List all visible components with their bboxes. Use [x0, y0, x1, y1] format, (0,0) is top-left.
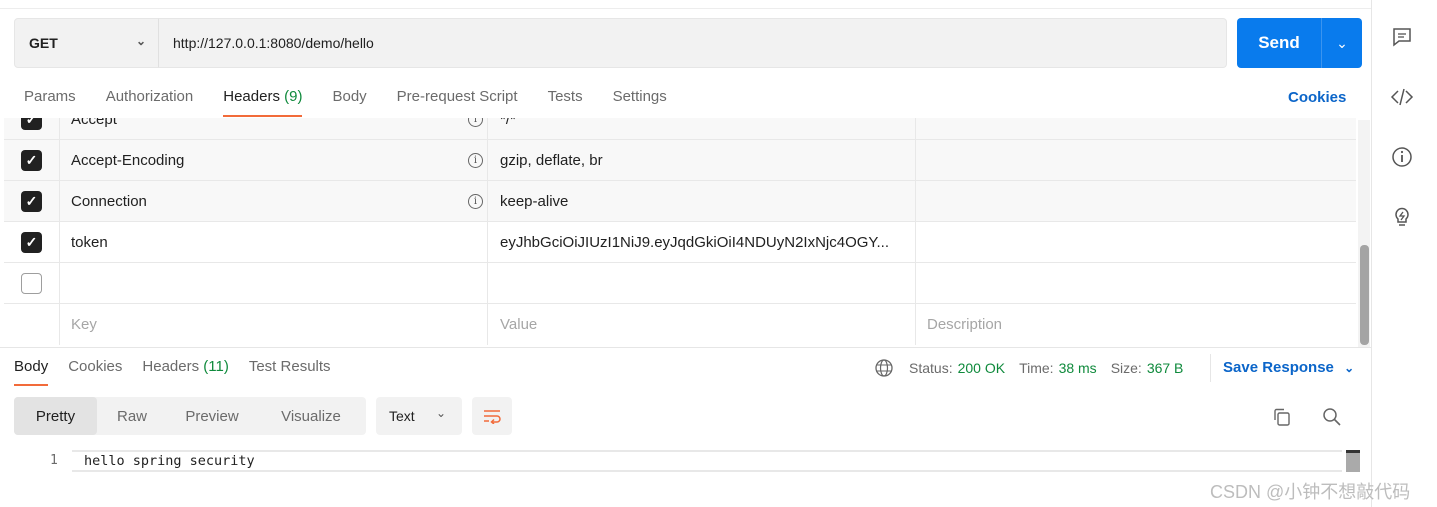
info-icon[interactable]: i [468, 153, 483, 168]
wrap-icon [484, 410, 501, 424]
tab-count: (11) [203, 358, 229, 375]
status-value: 200 OK [957, 360, 1006, 376]
info-icon[interactable] [1390, 145, 1414, 169]
time-value: 38 ms [1058, 360, 1097, 376]
size-value: 367 B [1146, 360, 1184, 376]
tab-authorization[interactable]: Authorization [106, 88, 194, 118]
checkbox[interactable] [21, 272, 42, 294]
info-icon[interactable]: i [468, 118, 483, 127]
cookies-link[interactable]: Cookies [1288, 89, 1346, 106]
tab-headers[interactable]: Headers (9) [223, 88, 303, 118]
checkbox[interactable]: ✓ [21, 118, 42, 130]
send-label: Send [1237, 18, 1322, 68]
search-icon[interactable] [1322, 407, 1342, 427]
size-label: Size: [1110, 360, 1142, 376]
header-description[interactable] [916, 118, 1356, 139]
tab-settings[interactable]: Settings [613, 88, 667, 118]
table-row-new: Key Value Description [4, 304, 1356, 345]
send-dropdown-chevron-icon[interactable]: ⌄ [1322, 18, 1362, 68]
divider [0, 347, 1371, 348]
chevron-down-icon: ⌄ [435, 406, 446, 420]
watermark: CSDN @小钟不想敲代码 [1210, 482, 1411, 502]
header-description[interactable] [916, 263, 1356, 303]
tab-count: (9) [284, 88, 303, 105]
header-value[interactable]: */* [488, 118, 916, 139]
right-sidebar [1371, 0, 1437, 507]
description-placeholder[interactable]: Description [916, 304, 1356, 345]
format-select[interactable]: Text ⌄ [376, 397, 462, 435]
checkbox[interactable]: ✓ [21, 231, 42, 253]
method-label: GET [29, 35, 58, 51]
request-tabs: Params Authorization Headers (9) Body Pr… [24, 88, 697, 118]
headers-table: ✓ Accept i */* ✓ Accept-Encoding i gzip, d… [4, 118, 1356, 347]
checkbox[interactable]: ✓ [21, 190, 42, 212]
header-value[interactable] [488, 263, 916, 303]
value-placeholder[interactable]: Value [488, 304, 916, 345]
header-key[interactable]: token [71, 234, 108, 251]
header-value[interactable]: gzip, deflate, br [488, 140, 916, 180]
table-row [4, 263, 1356, 304]
chevron-down-icon: ⌄ [135, 34, 146, 48]
header-description[interactable] [916, 140, 1356, 180]
key-placeholder[interactable]: Key [60, 304, 488, 345]
send-button[interactable]: Send ⌄ [1237, 18, 1362, 68]
comment-icon[interactable] [1390, 25, 1414, 49]
code-icon[interactable] [1390, 85, 1414, 109]
globe-icon[interactable] [874, 358, 894, 378]
tab-response-cookies[interactable]: Cookies [68, 358, 122, 388]
divider [0, 8, 1371, 9]
header-key[interactable]: Accept-Encoding [71, 152, 184, 169]
table-row: ✓ Accept i */* [4, 118, 1356, 140]
tab-response-body[interactable]: Body [14, 358, 49, 388]
header-description[interactable] [916, 222, 1356, 262]
checkbox[interactable]: ✓ [21, 149, 42, 171]
view-pretty[interactable]: Pretty [14, 397, 97, 435]
tab-body[interactable]: Body [332, 88, 366, 118]
view-mode-tabs: Pretty Raw Preview Visualize [14, 397, 366, 435]
chevron-down-icon: ⌄ [1344, 361, 1355, 375]
time-label: Time: [1019, 360, 1054, 376]
header-key[interactable] [60, 263, 488, 303]
url-input[interactable]: http://127.0.0.1:8080/demo/hello [158, 18, 1227, 68]
view-preview[interactable]: Preview [167, 397, 257, 435]
editor-scrollbar[interactable] [1346, 450, 1360, 472]
header-value[interactable]: keep-alive [488, 181, 916, 221]
header-value[interactable]: eyJhbGciOiJIUzI1NiJ9.eyJqdGkiOiI4NDUyN2I… [488, 222, 916, 262]
tab-tests[interactable]: Tests [548, 88, 583, 118]
tab-label: Headers [142, 358, 200, 375]
response-status: Status: 200 OK Time: 38 ms Size: 367 B [874, 358, 1197, 378]
scrollbar-thumb[interactable] [1360, 245, 1369, 345]
method-select[interactable]: GET ⌄ [14, 18, 159, 68]
save-response-label: Save Response [1223, 359, 1334, 376]
response-tabs: Body Cookies Headers (11) Test Results [14, 358, 351, 388]
table-row: ✓ token eyJhbGciOiJIUzI1NiJ9.eyJqdGkiOiI… [4, 222, 1356, 263]
status-label: Status: [909, 360, 953, 376]
line-number: 1 [50, 453, 58, 468]
format-label: Text [389, 408, 415, 424]
header-key[interactable]: Connection [71, 193, 147, 210]
view-visualize[interactable]: Visualize [257, 397, 365, 435]
info-icon[interactable]: i [468, 194, 483, 209]
save-response-button[interactable]: Save Response ⌄ [1223, 359, 1354, 376]
tab-params[interactable]: Params [24, 88, 76, 118]
url-text: http://127.0.0.1:8080/demo/hello [173, 35, 374, 51]
view-raw[interactable]: Raw [97, 397, 167, 435]
header-description[interactable] [916, 181, 1356, 221]
tab-label: Headers [223, 88, 280, 105]
divider [1210, 354, 1211, 382]
copy-icon[interactable] [1272, 407, 1292, 427]
code-editor[interactable] [72, 450, 1342, 472]
tab-test-results[interactable]: Test Results [249, 358, 331, 388]
table-row: ✓ Connection i keep-alive [4, 181, 1356, 222]
wrap-lines-button[interactable] [472, 397, 512, 435]
table-row: ✓ Accept-Encoding i gzip, deflate, br [4, 140, 1356, 181]
tab-response-headers[interactable]: Headers (11) [142, 358, 228, 388]
response-body-text: hello spring security [84, 453, 255, 469]
header-key[interactable]: Accept [71, 118, 117, 128]
lightbulb-icon[interactable] [1390, 204, 1414, 228]
tab-pre-request-script[interactable]: Pre-request Script [397, 88, 518, 118]
